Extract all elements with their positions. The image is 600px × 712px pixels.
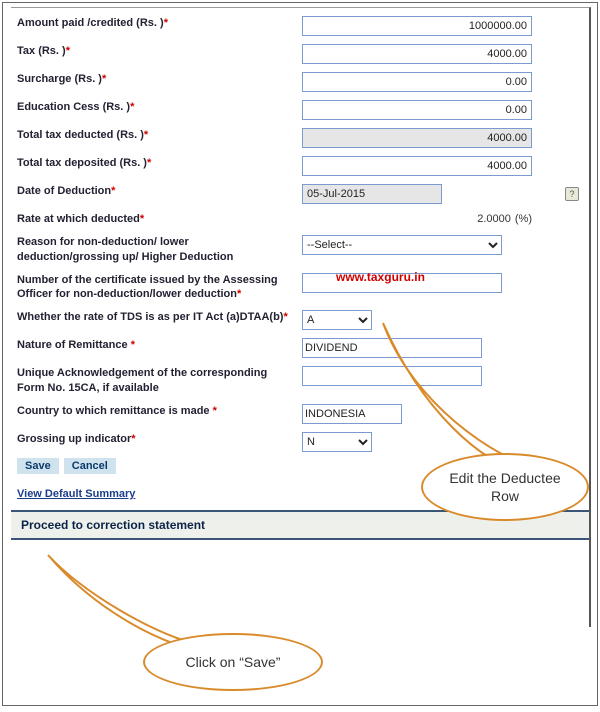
row-total-deposited: Total tax deposited (Rs. )* xyxy=(17,156,579,176)
window-frame: Amount paid /credited (Rs. )* Tax (Rs. )… xyxy=(2,2,598,706)
label-reason: Reason for non-deduction/ lower deductio… xyxy=(17,235,302,265)
callout-save-text: Click on “Save” xyxy=(186,653,281,671)
row-amount-paid: Amount paid /credited (Rs. )* xyxy=(17,16,579,36)
label-amount-paid: Amount paid /credited (Rs. )* xyxy=(17,16,302,31)
row-date-deduction: Date of Deduction* ? xyxy=(17,184,579,204)
unit-rate: (%) xyxy=(515,212,532,227)
row-reason: Reason for non-deduction/ lower deductio… xyxy=(17,235,579,265)
save-button[interactable]: Save xyxy=(17,458,59,474)
row-surcharge: Surcharge (Rs. )* xyxy=(17,72,579,92)
input-amount-paid[interactable] xyxy=(302,16,532,36)
label-country: Country to which remittance is made * xyxy=(17,404,302,419)
label-cert-number: Number of the certificate issued by the … xyxy=(17,273,302,303)
label-surcharge: Surcharge (Rs. )* xyxy=(17,72,302,87)
value-rate: 2.0000 xyxy=(477,212,511,227)
callout-edit-text: Edit the Deductee Row xyxy=(441,469,569,505)
watermark-text: www.taxguru.in xyxy=(336,270,425,284)
label-total-deposited: Total tax deposited (Rs. )* xyxy=(17,156,302,171)
input-surcharge[interactable] xyxy=(302,72,532,92)
row-cert-number: Number of the certificate issued by the … xyxy=(17,273,579,303)
input-tax[interactable] xyxy=(302,44,532,64)
callout-save: Click on “Save” xyxy=(143,633,323,691)
row-rate: Rate at which deducted* 2.0000 (%) xyxy=(17,212,579,227)
row-tax: Tax (Rs. )* xyxy=(17,44,579,64)
input-total-deducted xyxy=(302,128,532,148)
input-edu-cess[interactable] xyxy=(302,100,532,120)
select-tds-per-act[interactable]: A xyxy=(302,310,372,330)
label-rate: Rate at which deducted* xyxy=(17,212,302,227)
label-edu-cess: Education Cess (Rs. )* xyxy=(17,100,302,115)
label-unique-ack: Unique Acknowledgement of the correspond… xyxy=(17,366,302,396)
label-total-deducted: Total tax deducted (Rs. )* xyxy=(17,128,302,143)
select-grossing[interactable]: N xyxy=(302,432,372,452)
label-tds-per-act: Whether the rate of TDS is as per IT Act… xyxy=(17,310,302,325)
label-date-deduction: Date of Deduction* xyxy=(17,184,302,199)
callout-edit: Edit the Deductee Row xyxy=(421,453,589,521)
input-total-deposited[interactable] xyxy=(302,156,532,176)
label-nature: Nature of Remittance * xyxy=(17,338,302,353)
label-tax: Tax (Rs. )* xyxy=(17,44,302,59)
input-date-deduction[interactable] xyxy=(302,184,442,204)
row-total-deducted: Total tax deducted (Rs. )* xyxy=(17,128,579,148)
row-edu-cess: Education Cess (Rs. )* xyxy=(17,100,579,120)
label-grossing: Grossing up indicator* xyxy=(17,432,302,447)
cancel-button[interactable]: Cancel xyxy=(64,458,116,474)
select-reason[interactable]: --Select-- xyxy=(302,235,502,255)
view-default-summary-link[interactable]: View Default Summary xyxy=(17,488,135,500)
help-icon[interactable]: ? xyxy=(565,187,579,201)
